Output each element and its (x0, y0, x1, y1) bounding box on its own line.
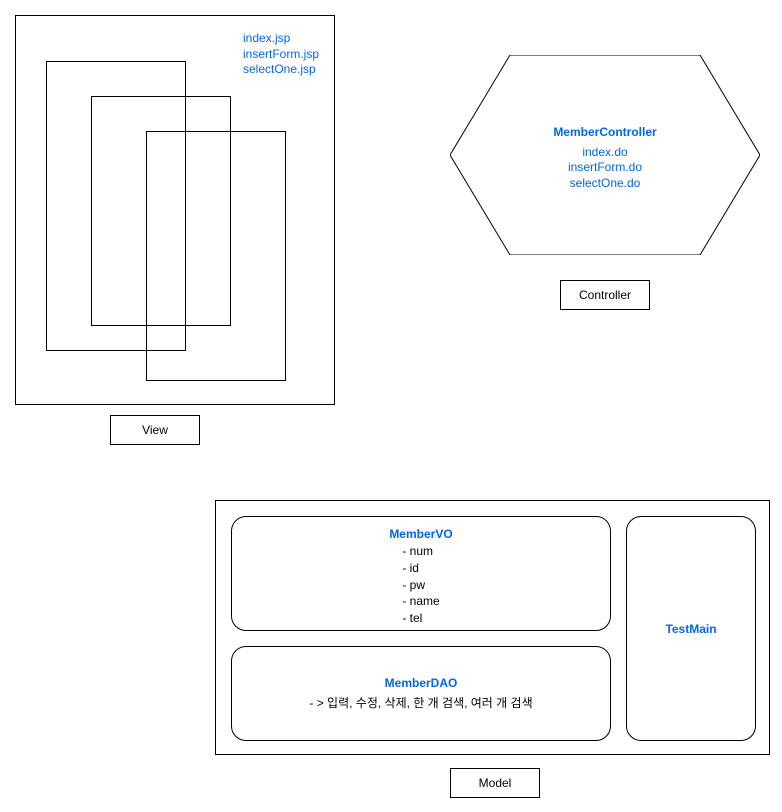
member-dao-title: MemberDAO (242, 676, 600, 690)
view-container: index.jsp insertForm.jsp selectOne.jsp (15, 15, 335, 405)
view-file-1: index.jsp (243, 31, 319, 47)
model-label-text: Model (479, 776, 512, 790)
vo-field-id: - id (402, 560, 439, 577)
controller-text-block: MemberController index.do insertForm.do … (450, 125, 760, 191)
vo-field-tel: - tel (402, 610, 439, 627)
member-vo-title: MemberVO (242, 527, 600, 541)
controller-endpoints: index.do insertForm.do selectOne.do (450, 145, 760, 192)
controller-title: MemberController (450, 125, 760, 141)
controller-hexagon-container: MemberController index.do insertForm.do … (450, 55, 760, 255)
vo-field-name: - name (402, 593, 439, 610)
test-main-title: TestMain (665, 622, 716, 636)
member-dao-operations: - > 입력, 수정, 삭제, 한 개 검색, 여러 개 검색 (242, 694, 600, 711)
view-file-2: insertForm.jsp (243, 47, 319, 63)
view-label-box: View (110, 415, 200, 445)
vo-field-num: - num (402, 543, 439, 560)
vo-field-pw: - pw (402, 577, 439, 594)
controller-endpoint-2: insertForm.do (450, 160, 760, 176)
controller-endpoint-3: selectOne.do (450, 176, 760, 192)
view-files-list: index.jsp insertForm.jsp selectOne.jsp (243, 31, 319, 78)
controller-label-text: Controller (579, 288, 631, 302)
model-container: MemberVO - num - id - pw - name - tel Me… (215, 500, 770, 755)
controller-label-box: Controller (560, 280, 650, 310)
test-main-box: TestMain (626, 516, 756, 741)
view-stacked-rect-3 (146, 131, 286, 381)
view-label-text: View (142, 423, 168, 437)
member-dao-box: MemberDAO - > 입력, 수정, 삭제, 한 개 검색, 여러 개 검… (231, 646, 611, 741)
view-file-3: selectOne.jsp (243, 62, 319, 78)
member-vo-fields: - num - id - pw - name - tel (402, 543, 439, 627)
model-label-box: Model (450, 768, 540, 798)
member-vo-box: MemberVO - num - id - pw - name - tel (231, 516, 611, 631)
controller-endpoint-1: index.do (450, 145, 760, 161)
